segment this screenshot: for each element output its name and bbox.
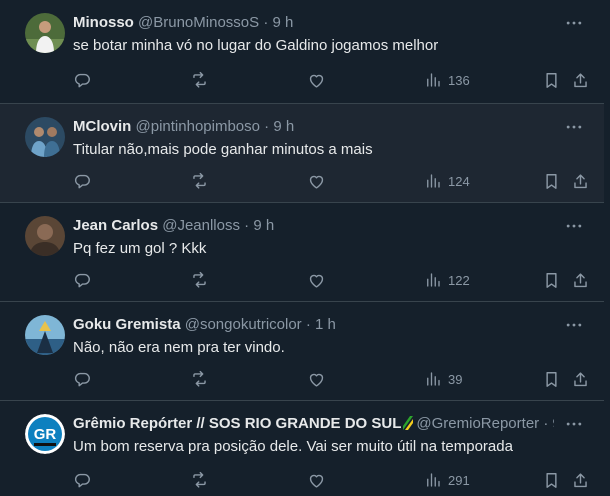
more-icon[interactable] bbox=[564, 118, 584, 136]
action-bar: 124 bbox=[0, 170, 604, 192]
timestamp[interactable]: 9 h bbox=[273, 118, 294, 135]
tweet-header: Grêmio Repórter // SOS RIO GRANDE DO SUL… bbox=[73, 414, 554, 434]
like-icon[interactable] bbox=[307, 469, 326, 491]
bookmark-icon[interactable] bbox=[542, 469, 561, 491]
tweet[interactable]: GR Grêmio Repórter // SOS RIO GRANDE DO … bbox=[0, 401, 604, 496]
timestamp[interactable]: 9 h bbox=[253, 217, 274, 234]
views-icon bbox=[427, 174, 440, 188]
action-bar: 39 bbox=[0, 368, 604, 390]
repost-icon[interactable] bbox=[190, 269, 209, 291]
scrollbar[interactable] bbox=[604, 0, 610, 496]
timestamp[interactable]: 9 h bbox=[553, 415, 555, 432]
bookmark-icon[interactable] bbox=[542, 368, 561, 390]
more-icon[interactable] bbox=[564, 415, 584, 433]
separator: · bbox=[264, 118, 270, 135]
views-icon bbox=[427, 273, 440, 287]
reply-icon[interactable] bbox=[73, 469, 92, 491]
timestamp[interactable]: 9 h bbox=[272, 14, 293, 31]
bookmark-icon[interactable] bbox=[542, 269, 561, 291]
repost-icon[interactable] bbox=[190, 469, 209, 491]
bookmark-icon[interactable] bbox=[542, 69, 561, 91]
like-icon[interactable] bbox=[307, 170, 326, 192]
avatar-logo-text: GR bbox=[34, 426, 57, 443]
tweet-header: Minosso @BrunoMinossoS · 9 h bbox=[73, 13, 554, 33]
tweet-text: Pq fez um gol ? Kkk bbox=[73, 240, 207, 257]
user-handle[interactable]: @pintinhopimboso bbox=[136, 118, 260, 135]
avatar[interactable] bbox=[25, 216, 65, 256]
views-count: 124 bbox=[448, 173, 470, 189]
user-handle[interactable]: @Jeanlloss bbox=[162, 217, 240, 234]
views-count: 291 bbox=[448, 472, 470, 488]
like-icon[interactable] bbox=[307, 368, 326, 390]
like-icon[interactable] bbox=[307, 69, 326, 91]
display-name[interactable]: Minosso bbox=[73, 14, 134, 31]
avatar[interactable] bbox=[25, 117, 65, 157]
tweet-header: Jean Carlos @Jeanlloss · 9 h bbox=[73, 216, 554, 236]
share-icon[interactable] bbox=[571, 269, 590, 291]
reply-feed: Minosso @BrunoMinossoS · 9 h se botar mi… bbox=[0, 0, 610, 496]
user-handle[interactable]: @songokutricolor bbox=[185, 316, 302, 333]
action-bar: 291 bbox=[0, 469, 604, 491]
reply-icon[interactable] bbox=[73, 170, 92, 192]
action-bar: 122 bbox=[0, 269, 604, 291]
views-button[interactable]: 136 bbox=[424, 69, 470, 91]
reply-icon[interactable] bbox=[73, 368, 92, 390]
tweet-text: se botar minha vó no lugar do Galdino jo… bbox=[73, 37, 439, 54]
views-button[interactable]: 124 bbox=[424, 170, 470, 192]
share-icon[interactable] bbox=[571, 170, 590, 192]
display-name[interactable]: Goku Gremista bbox=[73, 316, 181, 333]
separator: · bbox=[305, 316, 311, 333]
tweet-text: Um bom reserva pra posição dele. Vai ser… bbox=[73, 438, 513, 455]
share-icon[interactable] bbox=[571, 469, 590, 491]
views-count: 122 bbox=[448, 272, 470, 288]
tweet[interactable]: MClovin @pintinhopimboso · 9 h Titular n… bbox=[0, 104, 604, 203]
display-name[interactable]: Jean Carlos bbox=[73, 217, 158, 234]
display-name[interactable]: Grêmio Repórter // SOS RIO GRANDE DO SUL bbox=[73, 415, 401, 432]
views-count: 39 bbox=[448, 371, 463, 387]
like-icon[interactable] bbox=[307, 269, 326, 291]
timestamp[interactable]: 1 h bbox=[315, 316, 336, 333]
repost-icon[interactable] bbox=[190, 69, 209, 91]
tweet-text: Titular não,mais pode ganhar minutos a m… bbox=[73, 141, 373, 158]
tweet[interactable]: Jean Carlos @Jeanlloss · 9 h Pq fez um g… bbox=[0, 203, 604, 302]
views-icon bbox=[427, 473, 440, 487]
separator: · bbox=[244, 217, 250, 234]
views-button[interactable]: 122 bbox=[424, 269, 470, 291]
user-handle[interactable]: @BrunoMinossoS bbox=[138, 14, 259, 31]
views-icon bbox=[427, 73, 440, 87]
more-icon[interactable] bbox=[564, 316, 584, 334]
action-bar: 136 bbox=[0, 69, 604, 91]
separator: · bbox=[543, 415, 549, 432]
more-icon[interactable] bbox=[564, 14, 584, 32]
reply-icon[interactable] bbox=[73, 69, 92, 91]
views-button[interactable]: 39 bbox=[424, 368, 462, 390]
views-button[interactable]: 291 bbox=[424, 469, 470, 491]
separator: · bbox=[263, 14, 269, 31]
more-icon[interactable] bbox=[564, 217, 584, 235]
avatar[interactable]: GR bbox=[25, 414, 65, 454]
share-icon[interactable] bbox=[571, 368, 590, 390]
tweet-header: Goku Gremista @songokutricolor · 1 h bbox=[73, 315, 554, 335]
avatar[interactable] bbox=[25, 315, 65, 355]
views-icon bbox=[427, 372, 440, 386]
repost-icon[interactable] bbox=[190, 170, 209, 192]
tweet-text: Não, não era nem pra ter vindo. bbox=[73, 339, 285, 356]
reply-icon[interactable] bbox=[73, 269, 92, 291]
tweet[interactable]: Minosso @BrunoMinossoS · 9 h se botar mi… bbox=[0, 0, 604, 104]
repost-icon[interactable] bbox=[190, 368, 209, 390]
views-count: 136 bbox=[448, 72, 470, 88]
avatar[interactable] bbox=[25, 13, 65, 53]
share-icon[interactable] bbox=[571, 69, 590, 91]
tweet-header: MClovin @pintinhopimboso · 9 h bbox=[73, 117, 554, 137]
bookmark-icon[interactable] bbox=[542, 170, 561, 192]
flag-icon bbox=[403, 416, 414, 430]
display-name[interactable]: MClovin bbox=[73, 118, 131, 135]
tweet[interactable]: Goku Gremista @songokutricolor · 1 h Não… bbox=[0, 302, 604, 401]
user-handle[interactable]: @GremioReporter bbox=[416, 415, 539, 432]
